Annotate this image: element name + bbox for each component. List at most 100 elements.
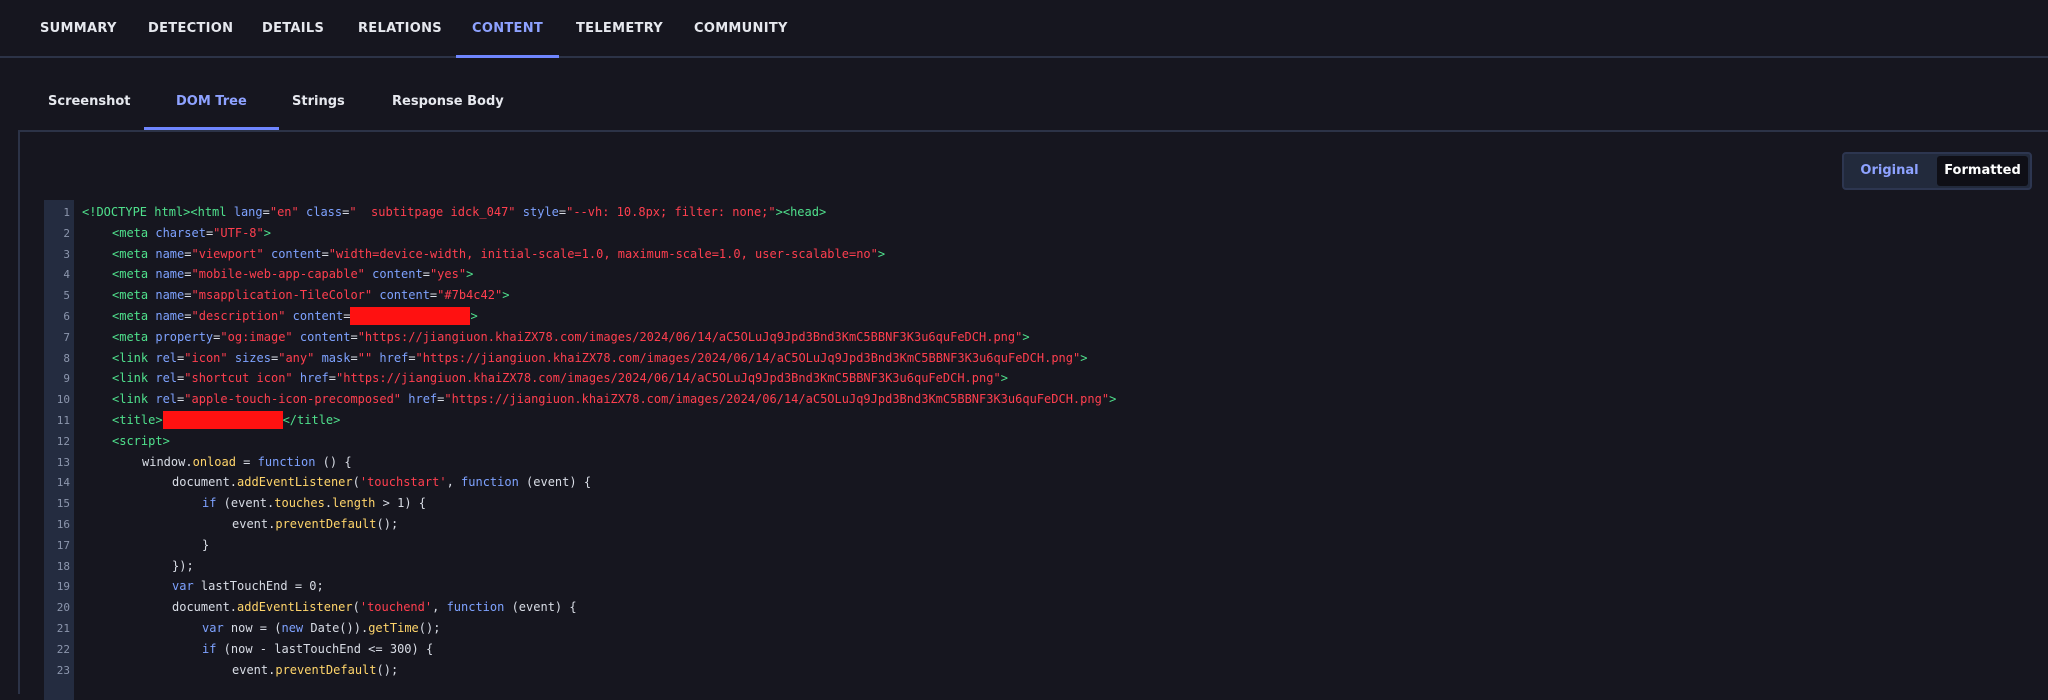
subtab-screenshot[interactable]: Screenshot — [48, 60, 131, 130]
code-token: . — [185, 454, 193, 469]
code-token: lang — [233, 205, 263, 219]
code-token: getTime — [368, 620, 419, 635]
code-token: href — [408, 392, 438, 407]
code-token: content — [292, 308, 344, 323]
code-token: > — [1000, 371, 1008, 386]
code-token: "msapplication-TileColor" — [191, 288, 380, 303]
tab-summary[interactable]: SUMMARY — [40, 0, 117, 56]
code-line: 7 <meta property="og:image" content="http… — [44, 327, 1944, 348]
redaction-block — [350, 307, 471, 326]
subtab-dom-tree[interactable]: DOM Tree — [144, 60, 279, 130]
original-view-button[interactable]: Original — [1844, 154, 1935, 188]
code-token: "description" — [191, 308, 293, 323]
code-token: addEventListener — [237, 600, 353, 615]
code-token: <meta — [112, 288, 156, 303]
line-number: 19 — [56, 580, 70, 594]
code-line: 14 document.addEventListener('touchstart'… — [44, 472, 1944, 493]
code-token: "#7b4c42" — [437, 288, 503, 303]
code-token: = — [184, 288, 192, 303]
code-token: = — [422, 267, 430, 282]
code-token: addEventListener — [237, 475, 353, 490]
code-token: charset — [155, 225, 206, 240]
subtab-response-body[interactable]: Response Body — [392, 60, 504, 130]
line-number: 20 — [56, 601, 70, 615]
code-token: name — [155, 288, 185, 303]
tab-telemetry[interactable]: TELEMETRY — [576, 0, 663, 56]
code-line: 11 <title> </title> — [44, 410, 1944, 431]
code-token: name — [155, 246, 185, 261]
code-line: 18}); — [44, 556, 1944, 577]
tab-details[interactable]: DETAILS — [262, 0, 324, 56]
code-line: 6 <meta name="description" content= > — [44, 306, 1944, 327]
code-line: 2 <meta charset="UTF-8"> — [44, 223, 1944, 244]
code-token: > 1) { — [375, 496, 426, 511]
code-token: if — [202, 641, 217, 656]
code-token: event. — [232, 662, 276, 677]
code-line: 8 <link rel="icon" sizes="any" mask="" hr… — [44, 348, 1944, 369]
subtab-strings[interactable]: Strings — [292, 60, 345, 130]
code-token: <meta — [112, 225, 156, 240]
code-token: rel — [155, 392, 178, 407]
code-token: touches — [274, 496, 325, 511]
code-token: , — [432, 600, 447, 615]
code-token: "https://jiangiuon.khaiZX78.com/images/2… — [357, 329, 1023, 344]
tab-content[interactable]: CONTENT — [455, 0, 560, 58]
code-token: content — [299, 329, 351, 344]
code-token: <!DOCTYPE html><html — [82, 205, 234, 219]
line-number: 23 — [56, 663, 70, 677]
line-number: 14 — [56, 476, 70, 490]
code-token: if — [202, 496, 217, 511]
code-token: = — [408, 350, 416, 365]
code-token: "shortcut icon" — [184, 371, 300, 386]
code-token: (); — [376, 662, 399, 677]
tab-community[interactable]: COMMUNITY — [694, 0, 788, 56]
code-token: 'touchend' — [359, 600, 433, 615]
code-token: = — [262, 205, 270, 219]
code-line: 20 document.addEventListener('touchend', … — [44, 597, 1944, 618]
code-token: , — [446, 475, 462, 490]
code-token: > — [1022, 329, 1030, 344]
tab-relations[interactable]: RELATIONS — [358, 0, 442, 56]
code-token: "yes" — [429, 267, 467, 282]
code-token: new — [281, 620, 304, 635]
code-token: function — [446, 600, 505, 615]
code-line: 1 <!DOCTYPE html><html lang="en" class=" … — [44, 202, 1944, 223]
code-token: onload — [192, 454, 236, 469]
code-token: sizes — [234, 350, 271, 365]
line-number: 1 — [63, 206, 70, 219]
code-token: "en" — [269, 205, 299, 219]
formatted-view-button[interactable]: Formatted — [1937, 156, 2028, 186]
code-token: var — [202, 620, 224, 635]
code-token: <script> — [112, 433, 170, 448]
code-token: href — [299, 371, 329, 386]
code-token: </title> — [282, 412, 341, 427]
code-panel: Original Formatted 1 <!DOCTYPE html><html… — [18, 130, 2048, 700]
code-token: "og:image" — [220, 329, 300, 344]
code-token: > — [502, 288, 510, 303]
line-number: 16 — [56, 517, 70, 531]
line-number: 8 — [63, 351, 70, 365]
code-line: 22 if (now - lastTouchEnd <= 300) { — [44, 639, 1944, 660]
tab-detection[interactable]: DETECTION — [148, 0, 233, 56]
code-token: <meta — [112, 329, 156, 344]
code-line: 3 <meta name="viewport" content="width=de… — [44, 244, 1944, 265]
code-viewer[interactable]: 1 <!DOCTYPE html><html lang="en" class=" … — [44, 202, 1944, 680]
code-token: = — [184, 246, 192, 261]
code-token: = — [350, 329, 358, 344]
code-token: > — [1080, 350, 1088, 365]
code-token: . — [324, 496, 333, 511]
line-number: 22 — [56, 642, 70, 656]
code-token: class — [306, 205, 343, 219]
code-token: <link — [112, 371, 156, 386]
code-token: "width=device-width, initial-scale=1.0, … — [328, 246, 878, 261]
code-token: <link — [112, 392, 156, 407]
code-line: 23 event.preventDefault(); — [44, 660, 1944, 681]
code-token: now = ( — [223, 620, 282, 635]
code-token: name — [155, 267, 185, 282]
code-token: > — [263, 225, 271, 240]
code-token: = — [184, 267, 192, 282]
code-token: = — [184, 308, 192, 323]
code-token: length — [332, 496, 376, 511]
line-number: 6 — [63, 309, 70, 323]
